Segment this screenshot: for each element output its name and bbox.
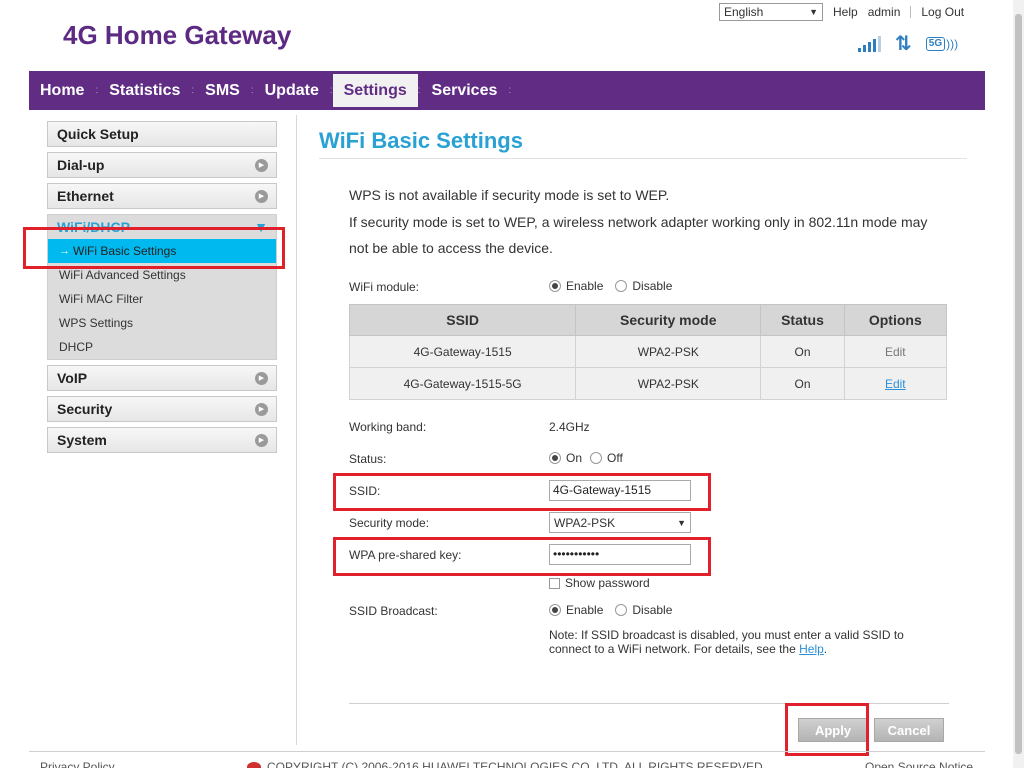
brand-title: 4G Home Gateway [63,20,292,50]
sidebar-item-security[interactable]: Security ▶ [47,396,277,422]
sidebar-item-system[interactable]: System ▶ [47,427,277,453]
language-select[interactable]: English ▼ [719,3,823,21]
status-radios: On Off [549,451,623,465]
copyright: COPYRIGHT (C) 2006-2016 HUAWEI TECHNOLOG… [247,760,766,768]
nav-statistics[interactable]: Statistics [98,71,191,110]
wifi-5g-icon: 5G ))) [925,37,958,51]
title-divider [319,158,967,159]
page-title: WiFi Basic Settings [319,128,523,153]
status-on-radio[interactable] [549,452,561,464]
ssid-broadcast-enable-radio[interactable] [549,604,561,616]
wifi-band-badge: 5G [925,37,946,51]
security-mode-select[interactable]: WPA2-PSK ▼ [549,512,691,533]
nav-services[interactable]: Services [421,71,509,110]
chevron-down-icon: ▼ [809,7,818,17]
chevron-down-icon: ▼ [677,517,686,528]
page: 4G Home Gateway English ▼ Help admin Log… [0,0,1024,768]
help-link[interactable]: Help [833,5,858,19]
scrollbar-thumb[interactable] [1015,14,1022,754]
signal-strength-icon [858,36,881,52]
status-label: Status: [349,452,387,466]
table-row: 4G-Gateway-1515 WPA2-PSK On Edit [348,335,948,368]
nav-settings[interactable]: Settings [332,74,418,107]
info-note-3: not be able to access the device. [349,240,553,256]
open-source-notice-link[interactable]: Open Source Notice [865,760,973,768]
sidebar-item-dial-up[interactable]: Dial-up ▶ [47,152,277,178]
sidebar-subitem-dhcp[interactable]: DHCP [48,335,276,359]
highlight-box [333,537,711,576]
data-transfer-icon: ⇅ [895,33,912,55]
edit-ssid-5g-link[interactable]: Edit [885,377,906,391]
privacy-policy-link[interactable]: Privacy Policy [40,760,115,768]
status-off-radio[interactable] [590,452,603,464]
security-mode-label: Security mode: [349,516,430,530]
chevron-right-icon: ▶ [255,371,268,385]
user-link[interactable]: admin [868,5,901,19]
wifi-module-label: WiFi module: [349,280,420,294]
sidebar: Quick Setup Dial-up ▶ Ethernet ▶ WiFi/DH… [47,121,277,458]
info-note-2: If security mode is set to WEP, a wirele… [349,214,928,230]
table-header: Status [760,304,845,336]
wifi-module-disable-radio[interactable] [615,280,628,292]
show-password-checkbox[interactable] [549,577,560,589]
ssid-broadcast-note: Note: If SSID broadcast is disabled, you… [549,628,904,656]
vertical-scrollbar[interactable] [1013,0,1024,768]
divider [910,6,912,18]
table-header: SSID [348,304,577,336]
show-password-row: Show password [549,576,650,590]
highlight-box [785,703,869,756]
nav-sms[interactable]: SMS [194,71,251,110]
chevron-right-icon: ▶ [255,402,268,416]
logout-link[interactable]: Log Out [921,5,964,19]
chevron-right-icon: ▶ [255,189,268,203]
language-value: English [724,5,764,19]
nav-home[interactable]: Home [29,71,95,110]
edit-ssid-button: Edit [884,344,906,359]
highlight-box [333,473,711,511]
help-note-link[interactable]: Help [799,642,824,656]
table-row: 4G-Gateway-1515-5G WPA2-PSK On Edit [348,367,948,400]
info-note-1: WPS is not available if security mode is… [349,187,670,203]
wifi-module-enable-radio[interactable] [549,280,561,292]
working-band-value: 2.4GHz [549,420,590,434]
sidebar-item-quick-setup[interactable]: Quick Setup [47,121,277,147]
table-header: Options [843,304,948,336]
ssid-table: SSID Security mode Status Options 4G-Gat… [348,304,948,400]
ssid-broadcast-disable-radio[interactable] [615,604,628,616]
chevron-right-icon: ▶ [255,433,268,447]
table-header: Security mode [575,304,762,336]
sidebar-subitem-wps-settings[interactable]: WPS Settings [48,311,276,335]
highlight-box [23,227,285,269]
ssid-broadcast-label: SSID Broadcast: [349,604,438,618]
footer-divider [29,751,985,752]
sidebar-item-ethernet[interactable]: Ethernet ▶ [47,183,277,209]
working-band-label: Working band: [349,420,427,434]
main-nav: Home : Statistics : SMS : Update : Setti… [29,71,985,110]
vertical-divider [296,115,297,745]
nav-update[interactable]: Update [254,71,330,110]
huawei-logo-icon [247,762,261,768]
top-links: English ▼ Help admin Log Out [719,3,964,21]
sidebar-item-voip[interactable]: VoIP ▶ [47,365,277,391]
status-icons: ⇅ 5G ))) [858,33,958,55]
cancel-button[interactable]: Cancel [874,718,944,742]
wifi-module-radios: Enable Disable [549,279,672,293]
chevron-right-icon: ▶ [255,158,268,172]
sidebar-subitem-wifi-mac-filter[interactable]: WiFi MAC Filter [48,287,276,311]
ssid-broadcast-radios: Enable Disable [549,603,672,617]
